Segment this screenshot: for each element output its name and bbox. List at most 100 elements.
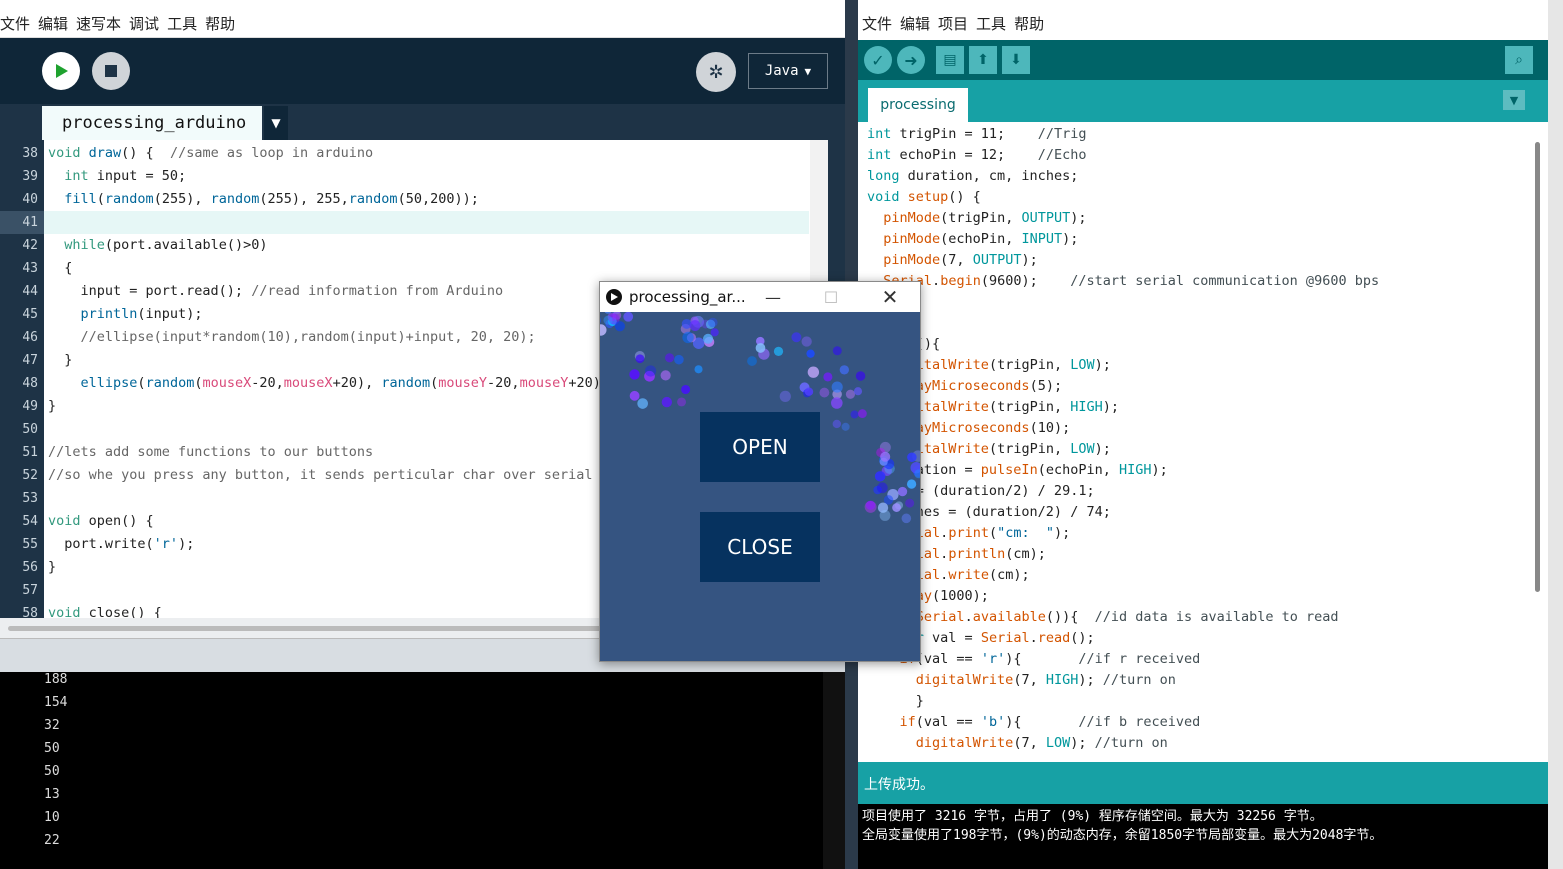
code-line[interactable]: int input = 50; — [48, 165, 186, 188]
processing-menu-item-1[interactable]: 编辑 — [38, 10, 68, 38]
line-number: 43 — [22, 261, 38, 276]
code-line[interactable]: { — [48, 257, 72, 280]
tab-menu-button[interactable]: ▼ — [264, 106, 288, 140]
line-number: 57 — [22, 583, 38, 598]
processing-menu-item-5[interactable]: 帮助 — [205, 10, 235, 38]
tab-processing[interactable]: processing — [868, 88, 968, 122]
code-line[interactable]: //so whe you press any button, it sends … — [48, 464, 633, 487]
checkmark-icon: ✓ — [871, 50, 885, 70]
ellipse-dot — [747, 356, 757, 366]
code-line[interactable]: ellipse(random(mouseX-20,mouseX+20), ran… — [48, 372, 683, 395]
mode-selector[interactable]: Java ▼ — [748, 53, 828, 89]
console-scrollbar[interactable] — [823, 672, 845, 869]
code-line[interactable]: int echoPin = 12; //Echo — [867, 145, 1086, 166]
ellipse-dot — [703, 333, 714, 344]
code-line[interactable]: pinMode(trigPin, OUTPUT); — [867, 208, 1086, 229]
code-line[interactable]: int trigPin = 11; //Trig — [867, 124, 1086, 145]
code-line[interactable]: digitalWrite(7, HIGH); //turn on — [867, 670, 1176, 691]
code-line[interactable]: } — [867, 691, 924, 712]
arduino-code-editor[interactable]: int trigPin = 11; //Trig int echoPin = 12… — [858, 122, 1548, 762]
code-line[interactable]: input = port.read(); //read information … — [48, 280, 504, 303]
ellipse-dot — [623, 312, 634, 322]
upload-button[interactable]: ➜ — [897, 46, 925, 74]
code-line[interactable]: } — [48, 556, 56, 579]
console-line: 10 — [44, 810, 60, 825]
open-button[interactable]: ⬆ — [969, 46, 997, 74]
arduino-menu-item-1[interactable]: 编辑 — [900, 10, 930, 38]
code-line[interactable]: //ellipse(input*random(10),random(input)… — [48, 326, 536, 349]
code-line[interactable]: digitalWrite(7, LOW); //turn on — [867, 733, 1168, 754]
code-line[interactable]: fill(random(255), random(255), 255,rando… — [48, 188, 479, 211]
arduino-ide-window: 文件 编辑 项目 工具 帮助 ✓ ➜ ▤ ⬆ ⬇ ⌕ processing ▼ int … — [858, 0, 1563, 869]
code-line[interactable]: pinMode(7, OUTPUT); — [867, 250, 1037, 271]
code-line[interactable]: void close() { — [48, 602, 162, 618]
stop-button[interactable] — [92, 52, 130, 90]
line-number: 49 — [22, 399, 38, 414]
scroll-thumb[interactable] — [8, 626, 608, 631]
code-line[interactable]: port.write('r'); — [48, 533, 194, 556]
code-line[interactable]: while(port.available()>0) — [48, 234, 267, 257]
serial-monitor-button[interactable]: ⌕ — [1505, 46, 1533, 74]
minimize-button[interactable]: — — [758, 285, 788, 309]
console-line: 22 — [44, 833, 60, 848]
arduino-menu-item-0[interactable]: 文件 — [862, 10, 892, 38]
ellipse-dot — [645, 365, 657, 377]
run-button[interactable] — [42, 52, 80, 90]
arduino-menu-item-3[interactable]: 工具 — [976, 10, 1006, 38]
code-line[interactable]: long duration, cm, inches; — [867, 166, 1078, 187]
processing-menu-item-2[interactable]: 速写本 — [76, 10, 121, 38]
code-line[interactable]: println(input); — [48, 303, 203, 326]
arduino-menu-bar: 文件 编辑 项目 工具 帮助 — [858, 10, 1563, 40]
arduino-menu-item-4[interactable]: 帮助 — [1014, 10, 1044, 38]
processing-menu-item-0[interactable]: 文件 — [0, 10, 30, 38]
open-sketch-button[interactable]: OPEN — [700, 412, 820, 482]
ellipse-dot — [681, 384, 691, 395]
current-line-highlight — [44, 211, 809, 234]
processing-menu-item-4[interactable]: 工具 — [167, 10, 197, 38]
code-line[interactable]: void draw() { //same as loop in arduino — [48, 142, 373, 165]
code-line[interactable]: Serial.begin(9600); //start serial commu… — [867, 271, 1379, 292]
ellipse-dot — [755, 343, 766, 353]
verify-button[interactable]: ✓ — [864, 46, 892, 74]
processing-title-bar — [0, 0, 845, 10]
processing-menu-bar: 文件 编辑 速写本 调试 工具 帮助 — [0, 10, 845, 38]
console-line: 13 — [44, 787, 60, 802]
ellipse-dot — [876, 482, 888, 494]
arduino-menu-item-2[interactable]: 项目 — [938, 10, 968, 38]
tab-processing-arduino[interactable]: processing_arduino — [42, 106, 262, 140]
processing-menu-item-3[interactable]: 调试 — [129, 10, 159, 38]
new-button[interactable]: ▤ — [936, 46, 964, 74]
ellipse-dot — [694, 365, 703, 374]
sketch-window-title: processing_ar... — [629, 288, 746, 306]
play-icon — [56, 64, 68, 78]
ellipse-dot — [600, 324, 607, 336]
file-icon: ▤ — [943, 52, 957, 68]
arduino-editor-scrollbar[interactable] — [1530, 140, 1544, 600]
code-line[interactable]: if(val == 'b'){ //if b received — [867, 712, 1201, 733]
minimize-icon: — — [765, 287, 781, 307]
sketch-canvas[interactable]: OPEN CLOSE — [600, 312, 920, 661]
maximize-button[interactable]: ☐ — [816, 285, 846, 309]
close-icon: ✕ — [881, 285, 899, 309]
code-line[interactable]: } — [48, 395, 56, 418]
ellipse-dot — [707, 317, 718, 328]
window-edge — [1548, 0, 1563, 869]
stop-icon — [105, 65, 117, 77]
scroll-thumb[interactable] — [1535, 142, 1540, 592]
save-button[interactable]: ⬇ — [1002, 46, 1030, 74]
ellipse-dot — [850, 410, 859, 419]
chevron-down-icon: ▼ — [804, 64, 812, 78]
close-window-button[interactable]: ✕ — [875, 285, 905, 309]
code-line[interactable]: if(Serial.available()){ //id data is ava… — [867, 607, 1338, 628]
ellipse-dot — [773, 346, 784, 357]
debugger-button[interactable]: ✲ — [696, 52, 736, 92]
close-sketch-button[interactable]: CLOSE — [700, 512, 820, 582]
code-line[interactable]: } — [48, 349, 72, 372]
line-number: 52 — [22, 468, 38, 483]
code-line[interactable]: //lets add some functions to our buttons — [48, 441, 373, 464]
code-line[interactable]: pinMode(echoPin, INPUT); — [867, 229, 1078, 250]
line-number: 38 — [22, 146, 38, 161]
code-line[interactable]: void setup() { — [867, 187, 981, 208]
tab-menu-button[interactable]: ▼ — [1503, 90, 1525, 110]
code-line[interactable]: void open() { — [48, 510, 154, 533]
